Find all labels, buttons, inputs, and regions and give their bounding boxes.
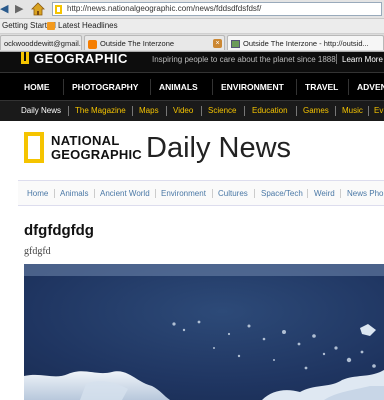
nav-separator: [54, 189, 55, 198]
tab-outside-the-interzone-post[interactable]: Outside The Interzone - http://outsid...: [227, 35, 384, 50]
sub-nav-games[interactable]: Games: [303, 106, 329, 116]
topic-nav: Home Animals Ancient World Environment C…: [18, 180, 384, 206]
main-nav: HOME PHOTOGRAPHY ANIMALS ENVIRONMENT TRA…: [0, 72, 384, 100]
url-text: http://news.nationalgeographic.com/news/…: [67, 4, 262, 13]
bookmarks-bar: Getting Started Latest Headlines: [0, 19, 384, 34]
nav-separator: [132, 106, 133, 116]
main-nav-animals[interactable]: ANIMALS: [159, 82, 198, 92]
topic-cultures[interactable]: Cultures: [218, 189, 248, 199]
site-favicon-icon: [55, 5, 62, 14]
nav-separator: [296, 106, 297, 116]
nav-separator: [212, 79, 213, 95]
nav-separator: [244, 106, 245, 116]
main-nav-environment[interactable]: ENVIRONMENT: [221, 82, 284, 92]
masthead-geographic: GEOGRAPHIC: [51, 147, 142, 162]
bookmark-label: Latest Headlines: [58, 21, 118, 30]
nav-separator: [201, 106, 202, 116]
main-nav-travel[interactable]: TRAVEL: [305, 82, 338, 92]
nav-separator: [254, 189, 255, 198]
topic-ancient-world[interactable]: Ancient World: [100, 189, 150, 199]
sub-nav-maps[interactable]: Maps: [139, 106, 159, 116]
address-bar[interactable]: http://news.nationalgeographic.com/news/…: [52, 2, 382, 16]
nav-separator: [348, 79, 349, 95]
nav-separator: [212, 189, 213, 198]
tab-bar: ockwooddewitt@gmail... Outside The Inter…: [0, 34, 384, 52]
main-nav-home[interactable]: HOME: [24, 82, 50, 92]
site-tagline: Inspiring people to care about the plane…: [152, 55, 336, 64]
nav-separator: [68, 106, 69, 116]
sub-nav-science[interactable]: Science: [208, 106, 236, 116]
nav-separator: [307, 189, 308, 198]
forward-arrow-icon[interactable]: ▶: [15, 2, 29, 16]
blogger-icon: [88, 39, 97, 49]
topic-space-tech[interactable]: Space/Tech: [261, 189, 303, 199]
header-divider: [336, 54, 337, 64]
sub-nav-education[interactable]: Education: [252, 106, 288, 116]
topic-environment[interactable]: Environment: [161, 189, 206, 199]
home-icon[interactable]: [31, 2, 45, 16]
topic-animals[interactable]: Animals: [60, 189, 88, 199]
site-logo-text[interactable]: GEOGRAPHIC: [34, 52, 128, 66]
main-nav-photography[interactable]: PHOTOGRAPHY: [72, 82, 138, 92]
masthead-national: NATIONAL: [51, 133, 120, 148]
topic-weird[interactable]: Weird: [314, 189, 335, 199]
sub-nav-video[interactable]: Video: [173, 106, 193, 116]
picture-icon: [231, 40, 240, 49]
tab-label: ockwooddewitt@gmail...: [4, 39, 82, 48]
article-subhead: gfdgfd: [24, 246, 51, 257]
nav-separator: [368, 106, 369, 116]
tab-gmail[interactable]: ockwooddewitt@gmail...: [0, 35, 82, 50]
sub-nav-events[interactable]: Ev: [374, 106, 383, 116]
nav-separator: [166, 106, 167, 116]
nav-separator: [94, 189, 95, 198]
nav-separator: [63, 79, 64, 95]
tab-outside-the-interzone[interactable]: Outside The Interzone ×: [84, 35, 225, 50]
sub-nav-the-magazine[interactable]: The Magazine: [75, 106, 126, 116]
article-headline: dfgfdgfdg: [24, 222, 94, 239]
learn-more-link[interactable]: Learn More: [342, 55, 383, 64]
national-geographic-logo-icon[interactable]: [21, 52, 29, 64]
bookmark-latest-headlines[interactable]: Latest Headlines: [47, 20, 118, 32]
back-arrow-icon[interactable]: ◀: [0, 2, 14, 16]
rss-feed-icon: [47, 21, 55, 30]
masthead-daily-news[interactable]: Daily News: [146, 131, 291, 165]
nav-separator: [335, 106, 336, 116]
main-nav-adventure[interactable]: ADVEN: [357, 82, 384, 92]
nav-separator: [155, 189, 156, 198]
article-photo: [24, 264, 384, 400]
topic-news-photos[interactable]: News Pho: [347, 189, 383, 199]
nav-separator: [340, 189, 341, 198]
topic-home[interactable]: Home: [27, 189, 48, 199]
nav-separator: [150, 79, 151, 95]
sub-nav-daily-news[interactable]: Daily News: [21, 106, 61, 116]
nav-separator: [296, 79, 297, 95]
sub-nav: Daily News The Magazine Maps Video Scien…: [0, 100, 384, 121]
sub-nav-music[interactable]: Music: [342, 106, 363, 116]
national-geographic-border-logo-icon[interactable]: [24, 132, 44, 163]
tab-label: Outside The Interzone: [100, 39, 175, 48]
tab-label: Outside The Interzone - http://outsid...: [243, 39, 369, 48]
close-tab-icon[interactable]: ×: [213, 39, 222, 48]
